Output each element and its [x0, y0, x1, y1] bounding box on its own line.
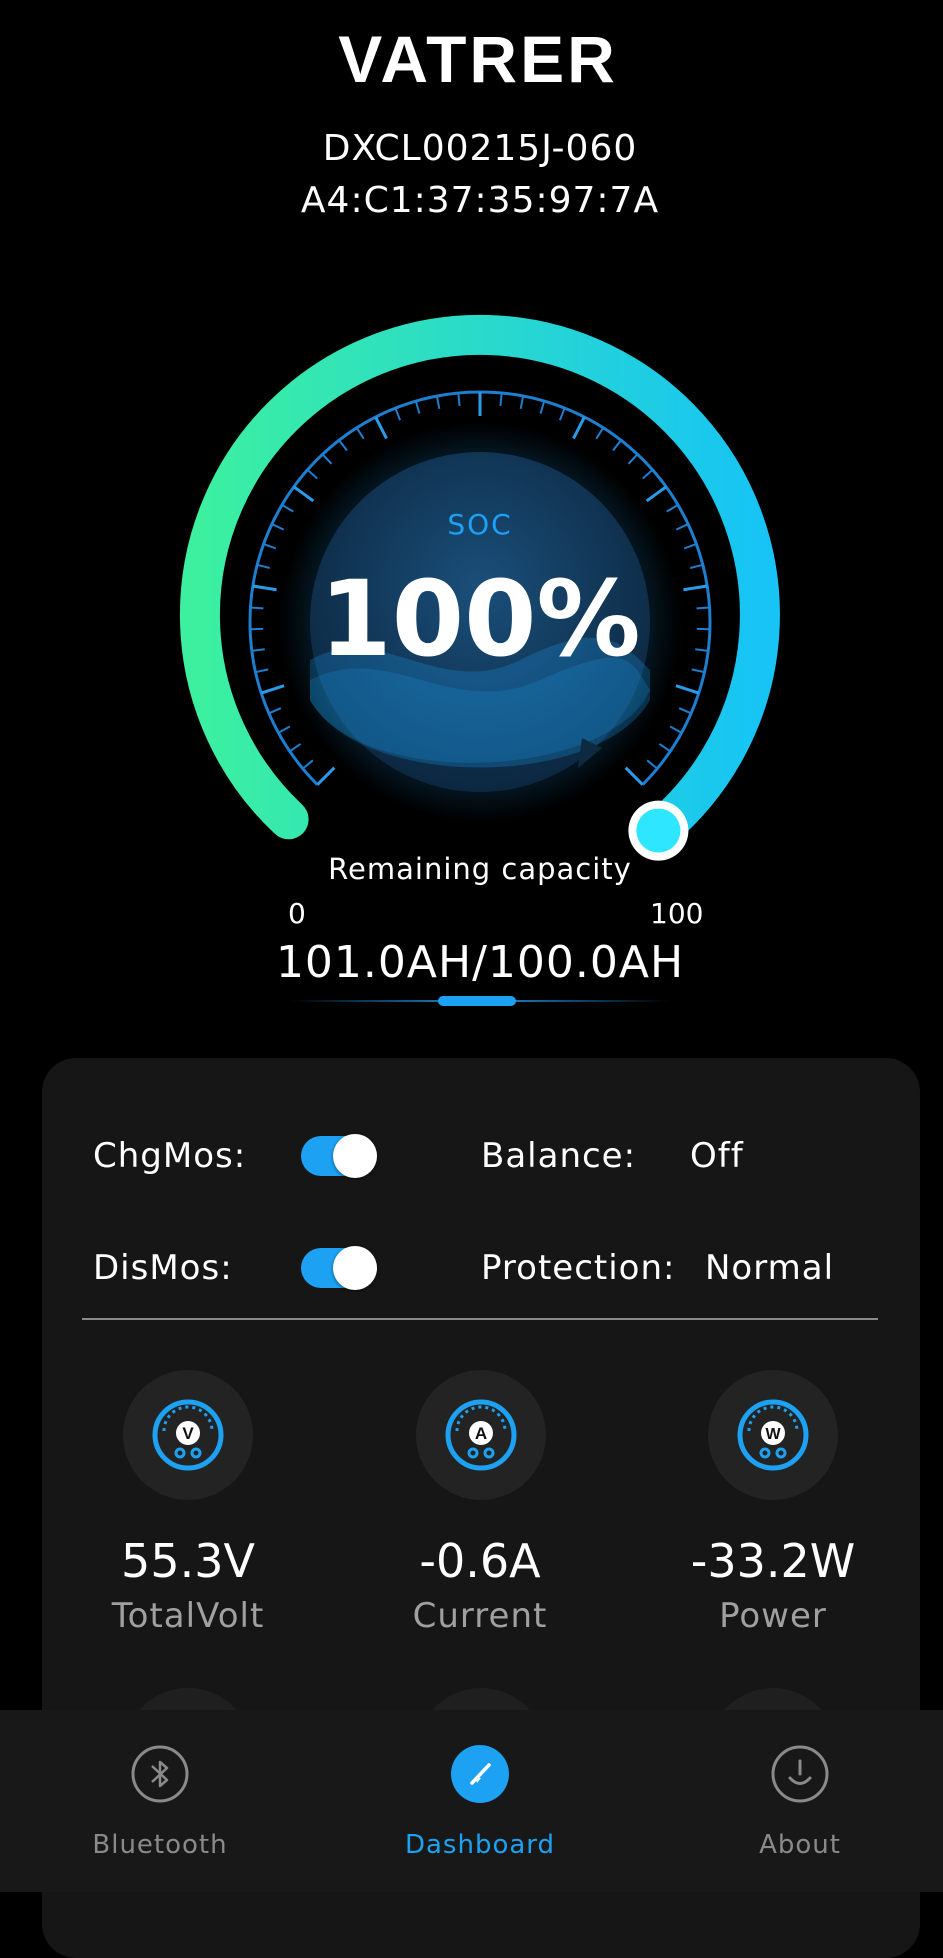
current-value: -0.6A — [330, 1534, 630, 1588]
gauge-tick — [278, 727, 289, 733]
gauge-tick — [290, 744, 301, 751]
vatrer-logo: VATRER — [0, 30, 943, 90]
gauge-max-label: 100 — [650, 897, 703, 930]
dashboard-icon — [451, 1745, 509, 1803]
gauge-tick — [659, 744, 670, 751]
protection-value: Normal — [705, 1248, 834, 1288]
gauge-tick — [303, 760, 313, 768]
gauge-tick — [629, 454, 638, 463]
gauge-tick — [416, 401, 420, 413]
dismos-label: DisMos: — [93, 1248, 233, 1288]
gauge-tick — [323, 454, 332, 463]
device-name: DXCL00215J-060 — [0, 128, 943, 169]
gauge-tick — [679, 708, 691, 713]
gauge-tick — [670, 727, 681, 733]
gauge-tick — [643, 470, 653, 479]
gauge-tick — [684, 544, 696, 548]
gauge-tick — [294, 487, 313, 501]
device-mac-address: A4:C1:37:35:97:7A — [0, 180, 943, 221]
capacity-readout: 101.0AH/100.0AH — [0, 937, 943, 988]
tab-about[interactable]: About — [650, 1745, 943, 1860]
power-value: -33.2W — [623, 1534, 923, 1588]
svg-text:A: A — [475, 1424, 487, 1443]
chgmos-toggle[interactable] — [301, 1136, 377, 1176]
gauge-tick — [395, 408, 400, 420]
remaining-capacity-label: Remaining capacity — [0, 852, 943, 886]
current-label: Current — [330, 1596, 630, 1636]
svg-text:W: W — [765, 1426, 781, 1443]
svg-text:V: V — [182, 1424, 194, 1443]
balance-value: Off — [690, 1136, 744, 1176]
page-indicator — [438, 996, 516, 1006]
gauge-tick — [357, 428, 364, 439]
voltmeter-icon: V — [123, 1370, 253, 1500]
total-volt-value: 55.3V — [38, 1534, 338, 1588]
gauge-tick — [264, 544, 276, 548]
ammeter-icon: A — [416, 1370, 546, 1500]
gauge-tick — [596, 428, 603, 439]
wattmeter-icon: W — [708, 1370, 838, 1500]
soc-label: SOC — [0, 508, 943, 541]
tab-bluetooth[interactable]: Bluetooth — [10, 1745, 310, 1860]
gauge-tick — [647, 760, 657, 768]
gauge-tick — [261, 686, 284, 693]
gauge-tick — [376, 417, 387, 438]
total-volt-label: TotalVolt — [38, 1596, 338, 1636]
divider — [82, 1318, 878, 1320]
gauge-tick — [613, 440, 621, 450]
gauge-tick — [317, 768, 334, 785]
balance-label: Balance: — [481, 1136, 636, 1176]
gauge-tick — [339, 440, 347, 450]
gauge-min-label: 0 — [288, 897, 306, 930]
protection-label: Protection: — [481, 1248, 675, 1288]
svg-text:VATRER: VATRER — [338, 30, 618, 90]
dismos-toggle[interactable] — [301, 1248, 377, 1288]
gauge-tick — [521, 396, 523, 409]
tab-dashboard[interactable]: Dashboard — [330, 1745, 630, 1860]
gauge-tick — [500, 393, 501, 406]
about-icon — [771, 1745, 829, 1803]
gauge-tick — [574, 417, 585, 438]
toggle-knob — [333, 1246, 377, 1290]
power-label: Power — [623, 1596, 923, 1636]
chgmos-label: ChgMos: — [93, 1136, 246, 1176]
gauge-tick — [541, 401, 545, 413]
gauge-tick — [676, 686, 699, 693]
gauge-tick — [307, 470, 317, 479]
gauge-tick — [626, 768, 643, 785]
gauge-tick — [560, 408, 565, 420]
gauge-tick — [269, 708, 281, 713]
gauge-tick — [647, 487, 666, 501]
tab-bluetooth-label: Bluetooth — [10, 1830, 310, 1860]
bluetooth-icon — [131, 1745, 189, 1803]
tab-about-label: About — [650, 1830, 943, 1860]
toggle-knob — [333, 1134, 377, 1178]
tab-dashboard-label: Dashboard — [330, 1830, 630, 1860]
gauge-tick — [437, 396, 439, 409]
gauge-tick — [458, 393, 459, 406]
soc-value: 100% — [0, 558, 943, 680]
